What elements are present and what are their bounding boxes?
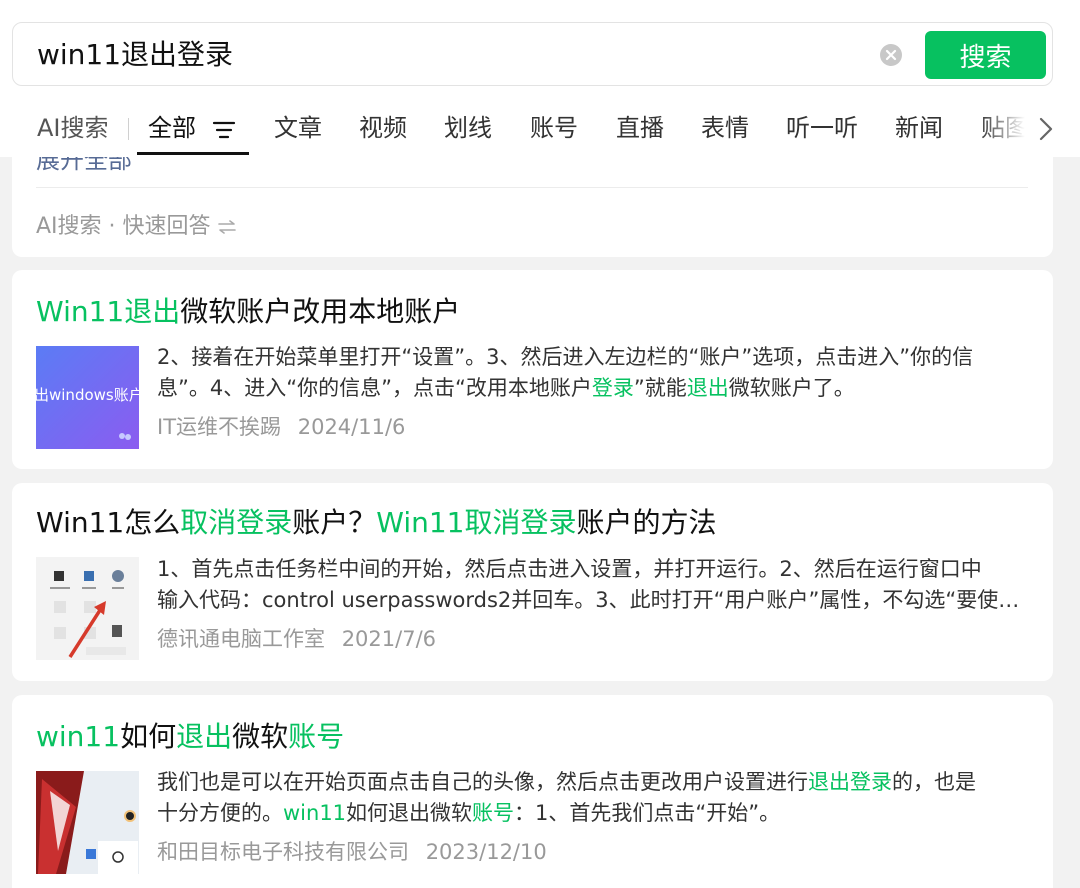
result-title[interactable]: Win11退出微软账户改用本地账户 <box>36 292 460 332</box>
result-source[interactable]: 和田目标电子科技有限公司 <box>157 840 409 864</box>
snippet-line: 输入代码：control userpasswords2并回车。3、此时打开“用户… <box>157 585 1037 616</box>
divider <box>36 187 1028 188</box>
tab-all[interactable]: 全部 <box>148 112 196 144</box>
highlight-text: 退出登录 <box>808 770 892 794</box>
result-thumbnail <box>36 557 139 660</box>
tab-ai-search[interactable]: AI搜索 <box>37 112 109 144</box>
result-thumbnail <box>36 771 139 874</box>
highlight-text: 退出 <box>686 376 729 400</box>
text-segment: 微软账户了。 <box>728 376 855 400</box>
result-meta: IT运维不挨踢 2024/11/6 <box>157 412 405 442</box>
result-source[interactable]: IT运维不挨踢 <box>157 415 281 439</box>
ai-quick-answer[interactable]: AI搜索 · 快速回答 <box>36 208 237 240</box>
result-meta: 德讯通电脑工作室 2021/7/6 <box>157 624 436 654</box>
highlight-text: 退出 <box>176 720 233 753</box>
tab-listen[interactable]: 听一听 <box>786 112 858 144</box>
ai-quick-answer-label: AI搜索 · 快速回答 <box>36 214 211 239</box>
text-segment: 如何 <box>120 720 177 753</box>
chevron-right-icon[interactable] <box>1038 116 1054 142</box>
text-segment: 输入代码：control userpasswords2并回车。3、此时打开“用户… <box>157 588 1037 612</box>
tab-articles[interactable]: 文章 <box>274 112 322 144</box>
text-segment: 如何退出微软 <box>346 801 473 825</box>
active-tab-indicator <box>137 152 249 155</box>
result-title[interactable]: Win11怎么取消登录账户？Win11取消登录账户的方法 <box>36 503 717 543</box>
text-segment: 1、首先点击任务栏中间的开始，然后点击进入设置，并打开运行。2、然后在运行窗口中 <box>157 557 982 581</box>
highlight-text: Win11取消登录 <box>376 506 577 539</box>
text-segment: 我们也是可以在开始页面点击自己的头像，然后点击更改用户设置进行 <box>157 770 808 794</box>
tab-news[interactable]: 新闻 <box>895 112 943 144</box>
highlight-text: Win11退出 <box>36 295 181 328</box>
filter-icon[interactable] <box>212 120 236 140</box>
highlight-text: win11 <box>283 801 347 825</box>
result-card[interactable]: win11如何退出微软账号 我们也是可以在开始页面点击自己的头像，然后点击更改用… <box>12 695 1053 888</box>
tab-accounts[interactable]: 账号 <box>530 112 578 144</box>
tab-live[interactable]: 直播 <box>616 112 664 144</box>
swap-icon <box>217 220 236 234</box>
snippet-line: 息”。4、进入“你的信息”，点击“改用本地账户登录”就能退出微软账户了。 <box>157 373 1037 404</box>
text-segment: 微软 <box>232 720 289 753</box>
clear-icon[interactable] <box>879 43 903 67</box>
search-box[interactable]: win11退出登录 搜索 <box>12 22 1053 86</box>
text-segment: ”就能 <box>633 376 687 400</box>
text-segment: 账户？ <box>292 506 377 539</box>
tab-videos[interactable]: 视频 <box>359 112 407 144</box>
result-date: 2024/11/6 <box>297 415 406 439</box>
thumb-caption: 出windows账户 <box>36 386 139 404</box>
result-snippet: 2、接着在开始菜单里打开“设置”。3、然后进入左边栏的“账户”选项，点击进入”你… <box>157 342 1037 404</box>
text-segment: ：1、首先我们点击“开始”。 <box>514 801 781 825</box>
search-button[interactable]: 搜索 <box>925 31 1046 79</box>
result-snippet: 我们也是可以在开始页面点击自己的头像，然后点击更改用户设置进行退出登录的，也是十… <box>157 767 1037 829</box>
tab-divider <box>128 118 129 140</box>
text-segment: 十分方便的。 <box>157 801 283 825</box>
tab-highlights[interactable]: 划线 <box>444 112 492 144</box>
text-segment: 微软账户改用本地账户 <box>180 295 461 328</box>
result-snippet: 1、首先点击任务栏中间的开始，然后点击进入设置，并打开运行。2、然后在运行窗口中… <box>157 554 1037 616</box>
highlight-text: 登录 <box>591 376 634 400</box>
highlight-text: 账号 <box>472 801 515 825</box>
text-segment: 息”。4、进入“你的信息”，点击“改用本地账户 <box>157 376 592 400</box>
snippet-line: 我们也是可以在开始页面点击自己的头像，然后点击更改用户设置进行退出登录的，也是 <box>157 767 1037 798</box>
result-source[interactable]: 德讯通电脑工作室 <box>157 627 325 651</box>
result-meta: 和田目标电子科技有限公司 2023/12/10 <box>157 837 547 867</box>
result-date: 2021/7/6 <box>341 627 437 651</box>
result-thumbnail: 出windows账户 <box>36 346 139 449</box>
snippet-line: 2、接着在开始菜单里打开“设置”。3、然后进入左边栏的“账户”选项，点击进入”你… <box>157 342 1037 373</box>
search-input[interactable]: win11退出登录 <box>37 37 233 73</box>
result-title[interactable]: win11如何退出微软账号 <box>36 717 344 757</box>
text-segment: Win11怎么 <box>36 506 181 539</box>
highlight-text: 取消登录 <box>180 506 293 539</box>
snippet-line: 十分方便的。win11如何退出微软账号：1、首先我们点击“开始”。 <box>157 798 1037 829</box>
text-segment: 的，也是 <box>892 770 976 794</box>
result-card[interactable]: Win11退出微软账户改用本地账户 出windows账户 2、接着在开始菜单里打… <box>12 270 1053 469</box>
tab-stickers[interactable]: 表情 <box>701 112 749 144</box>
search-header: win11退出登录 搜索 AI搜索 全部 文章 视频 划线 账号 直播 表情 听… <box>0 0 1080 157</box>
highlight-text: win11 <box>36 720 121 753</box>
text-segment: 2、接着在开始菜单里打开“设置”。3、然后进入左边栏的“账户”选项，点击进入”你… <box>157 345 974 369</box>
text-segment: 账户的方法 <box>576 506 717 539</box>
highlight-text: 账号 <box>288 720 345 753</box>
result-date: 2023/12/10 <box>425 840 547 864</box>
tab-bar: AI搜索 全部 文章 视频 划线 账号 直播 表情 听一听 新闻 贴图 <box>0 100 1080 156</box>
result-card[interactable]: Win11怎么取消登录账户？Win11取消登录账户的方法 1、首先点击任务栏中间… <box>12 483 1053 681</box>
snippet-line: 1、首先点击任务栏中间的开始，然后点击进入设置，并打开运行。2、然后在运行窗口中 <box>157 554 1037 585</box>
tabs-fade <box>980 100 1080 156</box>
